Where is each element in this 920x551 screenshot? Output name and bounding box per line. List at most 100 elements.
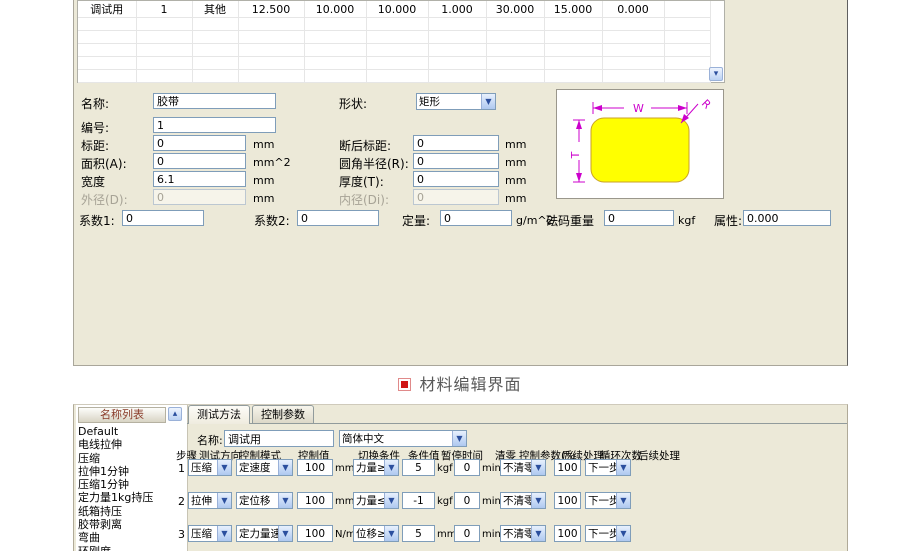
control-value-field[interactable] [297,525,333,542]
scroll-down-icon[interactable]: ▾ [709,67,723,81]
area-field[interactable] [153,153,246,169]
cell[interactable]: 调试用 [78,1,136,18]
control-value-field[interactable] [297,459,333,476]
chevron-down-icon[interactable]: ▼ [531,526,545,541]
condition-value-field[interactable] [402,492,435,509]
gauge-field[interactable] [153,135,246,151]
table-row[interactable] [78,31,710,44]
scroll-up-icon[interactable]: ▴ [168,407,182,421]
pause-time-field[interactable] [454,492,480,509]
chevron-down-icon[interactable]: ▼ [217,460,231,475]
chevron-down-icon[interactable]: ▼ [384,526,398,541]
chevron-down-icon[interactable]: ▼ [278,493,292,508]
cell[interactable]: 15.000 [544,1,602,18]
cell[interactable]: 10.000 [366,1,428,18]
break-gauge-field[interactable] [413,135,499,151]
list-item[interactable]: 胶带剥离 [78,518,184,531]
table-row[interactable]: 调试用 1 其他 12.500 10.000 10.000 1.000 30.0… [78,1,710,18]
cell[interactable]: 1 [136,1,192,18]
next-step-select[interactable]: 下一步▼ [585,525,631,542]
control-param-field[interactable] [554,492,581,509]
thickness-field[interactable] [413,171,499,187]
width-field[interactable] [153,171,246,187]
field-label: 外径(D): [81,191,128,208]
chevron-down-icon[interactable]: ▼ [278,460,292,475]
language-select[interactable]: 简体中文 ▼ [339,430,467,447]
condition-value-field[interactable] [402,459,435,476]
list-item[interactable]: 纸箱持压 [78,505,184,518]
table-row[interactable] [78,18,710,31]
control-param-field[interactable] [554,459,581,476]
list-item[interactable]: 环刚度 [78,545,184,551]
weight-field[interactable] [604,210,674,226]
condition-value-field[interactable] [402,525,435,542]
switch-condition-select[interactable]: 力量≥▼ [353,459,399,476]
dim-r-label: R [699,97,714,112]
shape-select[interactable]: 矩形 ▼ [416,93,496,110]
chevron-down-icon[interactable]: ▼ [481,94,495,109]
chevron-down-icon[interactable]: ▼ [531,493,545,508]
switch-condition-select[interactable]: 力量≤▼ [353,492,399,509]
field-label: 系数2: [254,212,290,229]
list-item[interactable]: 拉伸1分钟 [78,465,184,478]
direction-select[interactable]: 拉伸▼ [188,492,232,509]
chevron-down-icon[interactable]: ▼ [384,460,398,475]
chevron-down-icon[interactable]: ▼ [217,493,231,508]
cell[interactable]: 0.000 [602,1,664,18]
list-item[interactable]: 压缩1分钟 [78,478,184,491]
chevron-down-icon[interactable]: ▼ [616,460,630,475]
control-mode-select[interactable]: 定位移▼ [236,492,293,509]
cell[interactable]: 其他 [192,1,238,18]
next-step-select[interactable]: 下一步▼ [585,492,631,509]
cell[interactable]: 10.000 [304,1,366,18]
zero-select[interactable]: 不清零▼ [500,525,546,542]
chevron-down-icon[interactable]: ▼ [452,431,466,446]
tab-test-method[interactable]: 测试方法 [188,405,250,424]
direction-select[interactable]: 压缩▼ [188,459,232,476]
zero-select[interactable]: 不清零▼ [500,492,546,509]
next-step-select[interactable]: 下一步▼ [585,459,631,476]
chevron-down-icon[interactable]: ▼ [531,460,545,475]
control-param-field[interactable] [554,525,581,542]
list-item[interactable]: 压缩 [78,452,184,465]
zero-select[interactable]: 不清零▼ [500,459,546,476]
chevron-down-icon[interactable]: ▼ [616,493,630,508]
list-item[interactable]: 定力量1kg持压 [78,491,184,504]
list-item[interactable]: 电线拉伸 [78,438,184,451]
control-mode-select[interactable]: 定速度▼ [236,459,293,476]
chevron-down-icon[interactable]: ▼ [616,526,630,541]
method-editor-panel: 名称列表 ▴ Default 电线拉伸 压缩 拉伸1分钟 压缩1分钟 定力量1k… [73,404,848,551]
control-mode-select[interactable]: 定力量速率▼ [236,525,293,542]
dim-w-label: W [633,102,644,115]
method-name-field[interactable] [224,430,334,447]
pause-time-field[interactable] [454,525,480,542]
pause-time-field[interactable] [454,459,480,476]
table-row[interactable] [78,57,710,70]
list-item[interactable]: Default [78,425,184,438]
tab-control-params[interactable]: 控制参数 [252,405,314,423]
switch-condition-select[interactable]: 位移≥▼ [353,525,399,542]
attribute-field[interactable] [743,210,831,226]
cell[interactable]: 30.000 [486,1,544,18]
cell[interactable]: 12.500 [238,1,304,18]
coef1-field[interactable] [122,210,204,226]
direction-select[interactable]: 压缩▼ [188,525,232,542]
name-field[interactable] [153,93,276,109]
cell[interactable]: 1.000 [428,1,486,18]
number-field[interactable] [153,117,276,133]
field-label: 面积(A): [81,155,127,172]
material-edit-panel: 调试用 1 其他 12.500 10.000 10.000 1.000 30.0… [73,0,848,366]
corner-radius-field[interactable] [413,153,499,169]
field-label: 宽度 [81,173,105,190]
name-list-header[interactable]: 名称列表 [78,407,166,423]
list-item[interactable]: 弯曲 [78,531,184,544]
coef2-field[interactable] [297,210,379,226]
table-row[interactable] [78,44,710,57]
chevron-down-icon[interactable]: ▼ [217,526,231,541]
chevron-down-icon[interactable]: ▼ [278,526,292,541]
chevron-down-icon[interactable]: ▼ [384,493,398,508]
control-value-field[interactable] [297,492,333,509]
grammage-field[interactable] [440,210,512,226]
materials-table[interactable]: 调试用 1 其他 12.500 10.000 10.000 1.000 30.0… [77,0,725,83]
table-row[interactable] [78,70,710,83]
